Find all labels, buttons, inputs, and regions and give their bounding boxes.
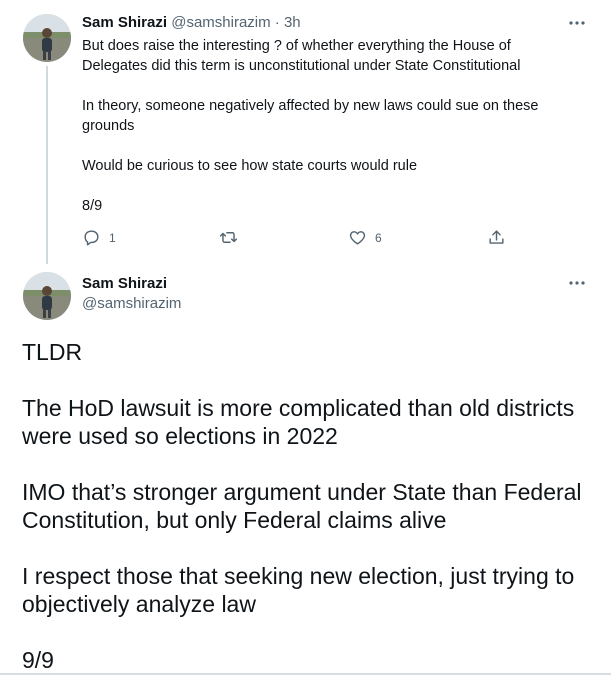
more-options-icon[interactable] [566,16,588,30]
like-button[interactable]: 6 [348,228,382,247]
avatar[interactable] [23,272,71,320]
tweet-text-line: But does raise the interesting ? of whet… [82,38,511,54]
tweet-text-line: I respect those that seeking new electio… [22,563,575,589]
author-name[interactable]: Sam Shirazi [82,14,167,31]
reply-button[interactable]: 1 [82,228,116,247]
avatar-photo [23,14,71,62]
timestamp[interactable]: 3h [284,14,301,31]
author-handle[interactable]: @samshirazim [82,295,181,313]
retweet-button[interactable] [219,228,238,247]
heart-icon [349,231,366,245]
tweet-text: TLDR The HoD lawsuit is more complicated… [22,338,602,674]
tweet-text-line: grounds [82,118,135,134]
like-count: 6 [375,230,382,245]
avatar-photo [23,272,71,320]
share-icon [489,230,504,244]
author-handle[interactable]: @samshirazim [171,14,270,31]
tweet-8-of-9[interactable]: Sam Shirazi @samshirazim · 3h But does r… [0,0,611,264]
more-options-icon[interactable] [566,276,588,290]
tweet-text-line: Constitution, but only Federal claims al… [22,507,447,533]
tweet-text-line: IMO that’s stronger argument under State… [22,479,582,505]
avatar[interactable] [23,14,71,62]
tweet-text-line: The HoD lawsuit is more complicated than… [22,395,575,421]
tweet-text: But does raise the interesting ? of whet… [82,36,582,216]
separator-dot: · [274,14,280,31]
tweet-text-line: TLDR [22,339,83,365]
retweet-icon [219,232,238,243]
share-button[interactable] [487,228,506,247]
thread-counter: 9/9 [22,647,54,673]
tweet-text-line: objectively analyze law [22,591,256,617]
author-name[interactable]: Sam Shirazi [82,275,167,293]
thread-counter: 8/9 [82,198,103,214]
tweet-text-line: In theory, someone negatively affected b… [82,98,539,114]
reply-icon [84,230,99,246]
reply-count: 1 [109,230,116,245]
thread-connector-line [46,66,48,264]
tweet-actions: 1 6 [82,228,512,250]
tweet-header: Sam Shirazi @samshirazim · 3h [82,14,301,32]
tweet-text-line: Would be curious to see how state courts… [82,158,418,174]
tweet-text-line: were used so elections in 2022 [22,423,338,449]
tweet-text-line: Delegates did this term is unconstitutio… [82,58,521,74]
